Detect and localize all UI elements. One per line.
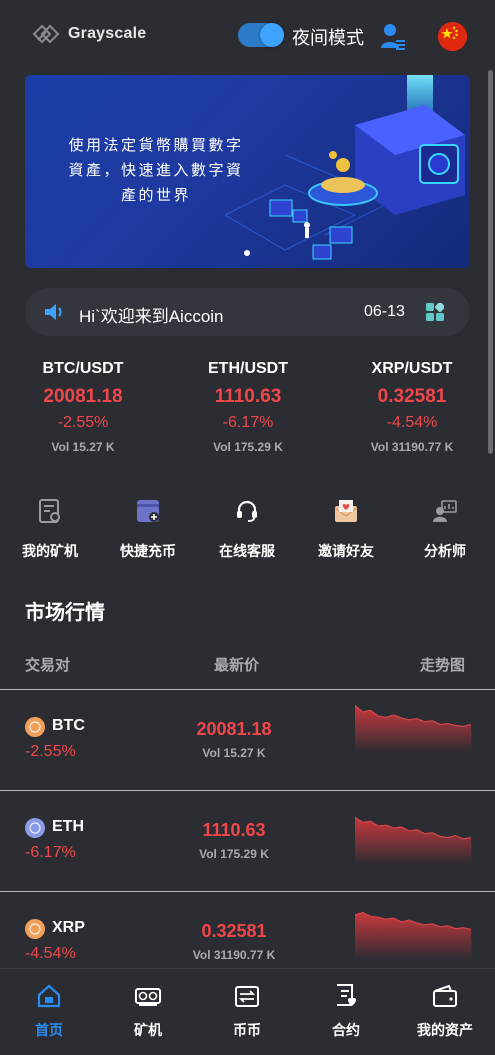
nav-label: 合约: [332, 1022, 360, 1038]
china-flag-icon[interactable]: [438, 22, 467, 51]
market-title: 市场行情: [25, 602, 105, 624]
ticker-vol: Vol 31190.77 K: [370, 440, 454, 454]
headset-icon: [237, 500, 257, 522]
trend-sparkline: [355, 705, 472, 753]
night-mode-label: 夜间模式: [292, 28, 364, 48]
nav-label: 矿机: [134, 1022, 162, 1038]
quick-menu-my-miner[interactable]: 我的矿机: [5, 498, 95, 561]
btc-coin-icon: [25, 717, 45, 737]
ticker-pair: XRP/USDT: [371, 360, 453, 377]
quick-deposit-icon: [137, 500, 159, 522]
notice-bar[interactable]: Hi`欢迎来到Aiccoin 06-13: [25, 288, 470, 336]
column-header-trend: 走势图: [420, 657, 466, 674]
coin-name: XRP: [52, 919, 85, 936]
notice-text: Hi`欢迎来到Aiccoin: [79, 307, 224, 326]
ticker-price: 0.32581: [377, 386, 447, 407]
coin-vol: Vol 31190.77 K: [192, 948, 276, 962]
nav-label: 我的资产: [417, 1022, 473, 1038]
promo-banner[interactable]: 使用法定貨幣購買數字資產，快速進入數字資產的世界: [25, 75, 470, 268]
coin-price: 1110.63: [202, 820, 266, 840]
nav-contract[interactable]: 合约: [301, 983, 391, 1040]
ticker-price: 20081.18: [43, 386, 123, 407]
nav-my-assets[interactable]: 我的资产: [400, 983, 490, 1040]
quick-menu-label: 快捷充币: [120, 543, 176, 559]
sparkline-area: [355, 817, 472, 865]
xrp-coin-icon: [25, 919, 45, 939]
sparkline-area: [355, 912, 472, 960]
invite-envelope-icon: [334, 500, 358, 522]
ticker-vol: Vol 175.29 K: [213, 440, 283, 454]
bottom-nav: 首页 矿机 币币 合约 我的资产: [0, 968, 495, 1055]
notice-date: 06-13: [364, 303, 405, 320]
sparkline-area: [355, 705, 472, 753]
exchange-icon: [235, 986, 259, 1007]
quick-menu-label: 邀请好友: [318, 543, 374, 559]
quick-menu-analyst[interactable]: 分析师: [400, 498, 490, 561]
ticker-price: 1110.63: [214, 386, 282, 407]
market-row-eth[interactable]: ETH -6.17% 1110.63 Vol 175.29 K: [0, 791, 495, 891]
ticker-btc[interactable]: BTC/USDT 20081.18 -2.55% Vol 15.27 K: [3, 358, 163, 455]
analyst-icon: [433, 500, 457, 522]
wallet-icon: [433, 984, 457, 1007]
coin-price: 20081.18: [196, 719, 272, 739]
trend-sparkline: [355, 911, 472, 960]
ticker-vol: Vol 15.27 K: [51, 440, 115, 454]
coin-change: -6.17%: [25, 844, 76, 861]
grayscale-logo-icon: [32, 24, 60, 44]
nav-home[interactable]: 首页: [4, 983, 94, 1040]
night-mode-toggle[interactable]: [238, 23, 284, 47]
column-header-pair: 交易对: [25, 657, 71, 674]
ticker-pair: BTC/USDT: [42, 360, 124, 377]
scrollbar[interactable]: [488, 70, 493, 454]
quick-menu-label: 在线客服: [219, 543, 275, 559]
quick-menu-quick-deposit[interactable]: 快捷充币: [103, 498, 193, 561]
banner-text: 使用法定貨幣購買數字資產，快速進入數字資產的世界: [68, 137, 244, 204]
market-row-btc[interactable]: BTC -2.55% 20081.18 Vol 15.27 K: [0, 690, 495, 790]
contract-icon: [337, 984, 357, 1006]
quick-menu-invite-friends[interactable]: 邀请好友: [301, 498, 391, 561]
toggle-knob: [260, 23, 284, 47]
home-icon: [37, 984, 61, 1008]
quick-menu-label: 我的矿机: [22, 543, 78, 559]
speaker-icon: [45, 304, 62, 320]
miner-icon: [135, 988, 161, 1006]
logo[interactable]: Grayscale: [32, 20, 146, 48]
ticker-change: -2.55%: [57, 414, 109, 431]
user-list-icon[interactable]: [380, 22, 406, 50]
nav-spot[interactable]: 币币: [202, 983, 292, 1040]
banner-pagination-dot[interactable]: [244, 250, 250, 256]
coin-vol: Vol 175.29 K: [199, 847, 269, 861]
eth-coin-icon: [25, 818, 45, 838]
coin-name: ETH: [52, 818, 84, 835]
ticker-eth[interactable]: ETH/USDT 1110.63 -6.17% Vol 175.29 K: [168, 358, 328, 455]
nav-label: 首页: [35, 1022, 63, 1038]
quick-menu-label: 分析师: [424, 543, 466, 559]
column-header-price: 最新价: [214, 657, 260, 674]
coin-change: -4.54%: [25, 945, 76, 962]
ticker-xrp[interactable]: XRP/USDT 0.32581 -4.54% Vol 31190.77 K: [332, 358, 492, 455]
quick-menu-online-support[interactable]: 在线客服: [202, 498, 292, 561]
ticker-pair: ETH/USDT: [208, 360, 288, 377]
coin-change: -2.55%: [25, 743, 76, 760]
coin-name: BTC: [52, 717, 85, 734]
ticker-change: -4.54%: [386, 414, 438, 431]
coin-price: 0.32581: [201, 921, 267, 941]
trend-sparkline: [355, 816, 472, 865]
grid-icon[interactable]: [426, 303, 444, 321]
ticker-change: -6.17%: [222, 414, 274, 431]
nav-miner[interactable]: 矿机: [103, 983, 193, 1040]
coin-vol: Vol 15.27 K: [202, 746, 266, 760]
top-header: Grayscale 夜间模式: [0, 0, 495, 68]
logo-text: Grayscale: [68, 25, 147, 42]
miner-doc-icon: [39, 499, 60, 523]
nav-label: 币币: [233, 1022, 261, 1038]
